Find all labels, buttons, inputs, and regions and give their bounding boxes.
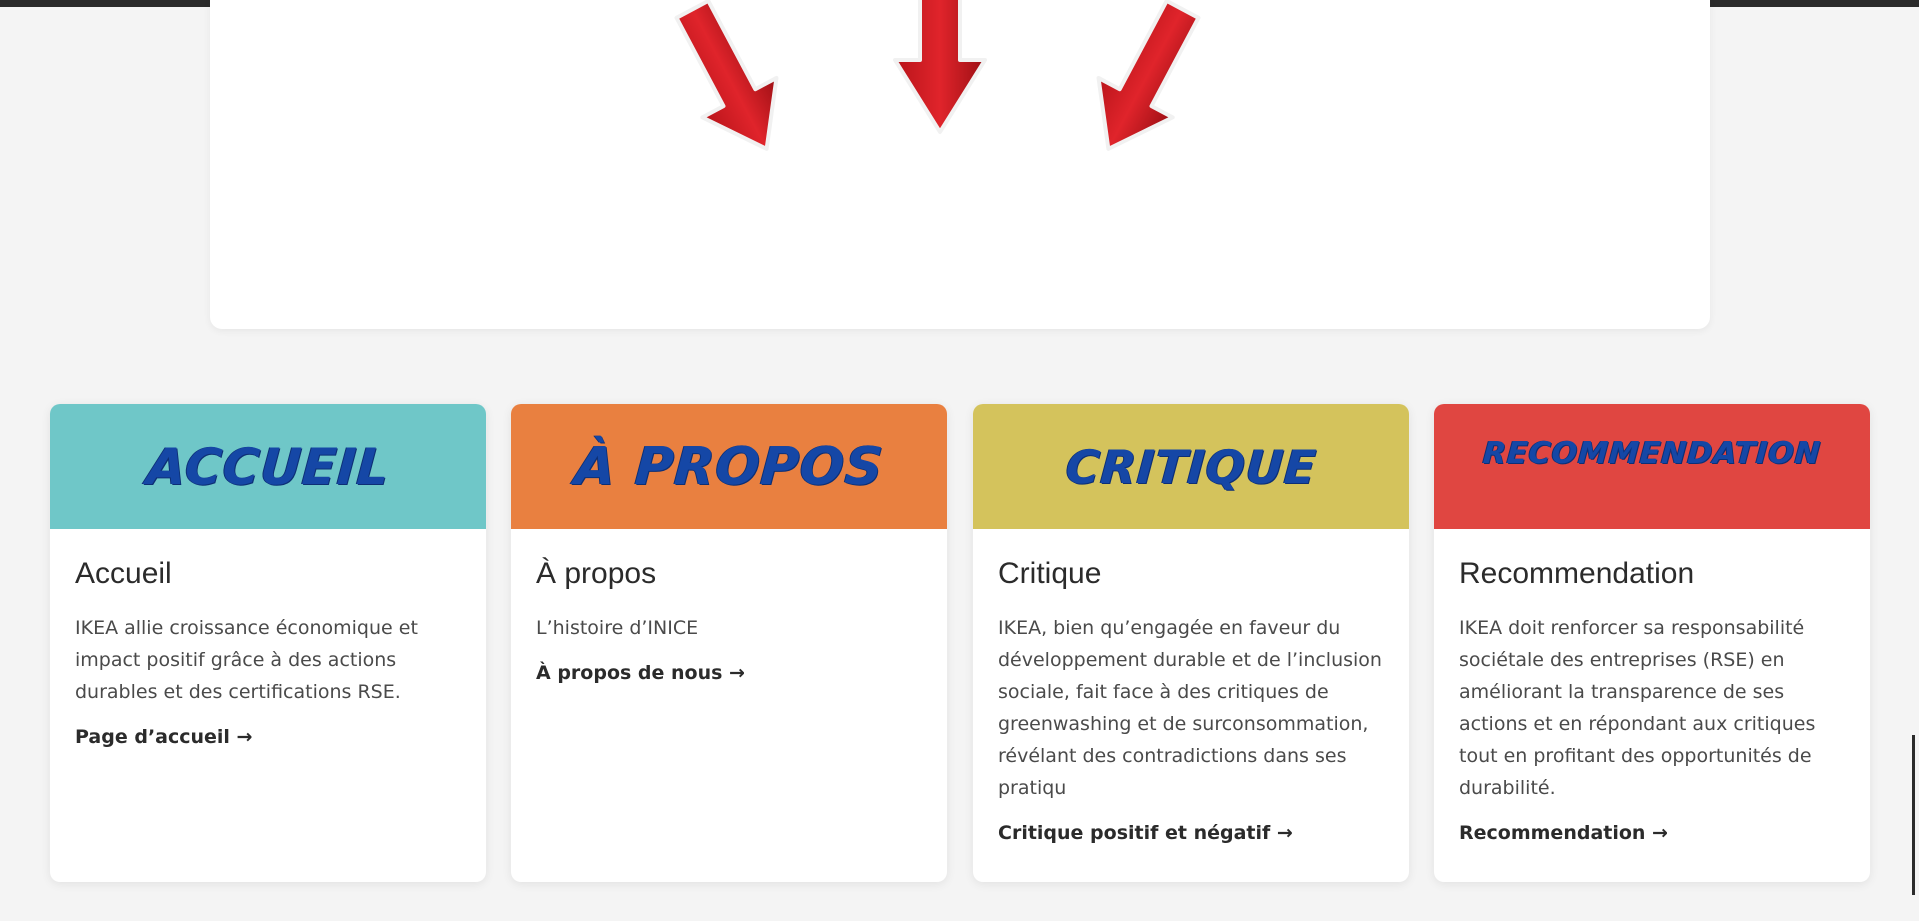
scrollbar-thumb[interactable]: [1912, 735, 1915, 895]
card-recommendation: RECOMMENDATION Recommendation IKEA doit …: [1434, 404, 1870, 882]
arrow-down-left-icon: [674, 0, 779, 151]
card-banner: ACCUEIL: [50, 404, 486, 529]
card-description: IKEA allie croissance économique et impa…: [75, 617, 418, 703]
navigation-cards: ACCUEIL Accueil IKEA allie croissance éc…: [50, 404, 1870, 884]
card-banner: CRITIQUE: [973, 404, 1409, 529]
card-body: Critique IKEA, bien qu’engagée en faveur…: [973, 529, 1409, 844]
about-us-link[interactable]: À propos de nous →: [536, 662, 745, 684]
banner-label: À PROPOS: [572, 436, 886, 497]
card-a-propos: À PROPOS À propos L’histoire d’INICE À p…: [511, 404, 947, 882]
card-title: À propos: [536, 557, 657, 590]
card-title: Recommendation: [1459, 557, 1695, 590]
banner-label: CRITIQUE: [1063, 439, 1319, 494]
card-banner: À PROPOS: [511, 404, 947, 529]
critique-link[interactable]: Critique positif et négatif →: [998, 822, 1293, 844]
card-title: Critique: [998, 557, 1102, 590]
card-body: Recommendation IKEA doit renforcer sa re…: [1434, 529, 1870, 844]
arrow-down-icon: [893, 0, 987, 134]
card-accueil: ACCUEIL Accueil IKEA allie croissance éc…: [50, 404, 486, 882]
hero-arrows-illustration: [674, 0, 1201, 151]
hero-card: [210, 0, 1710, 329]
banner-label: RECOMMENDATION: [1481, 436, 1823, 471]
card-critique: CRITIQUE Critique IKEA, bien qu’engagée …: [973, 404, 1409, 882]
card-body: À propos L’histoire d’INICE À propos de …: [511, 529, 947, 684]
arrow-down-right-icon: [1096, 0, 1201, 151]
recommendation-link[interactable]: Recommendation →: [1459, 822, 1668, 844]
card-body: Accueil IKEA allie croissance économique…: [50, 529, 486, 748]
card-description: IKEA, bien qu’engagée en faveur du dével…: [998, 617, 1382, 799]
card-description: IKEA doit renforcer sa responsabilité so…: [1459, 617, 1816, 799]
card-banner: RECOMMENDATION: [1434, 404, 1870, 529]
home-page-link[interactable]: Page d’accueil →: [75, 726, 252, 748]
banner-label: ACCUEIL: [144, 437, 392, 496]
card-description: L’histoire d’INICE: [536, 617, 699, 639]
card-title: Accueil: [75, 557, 172, 590]
